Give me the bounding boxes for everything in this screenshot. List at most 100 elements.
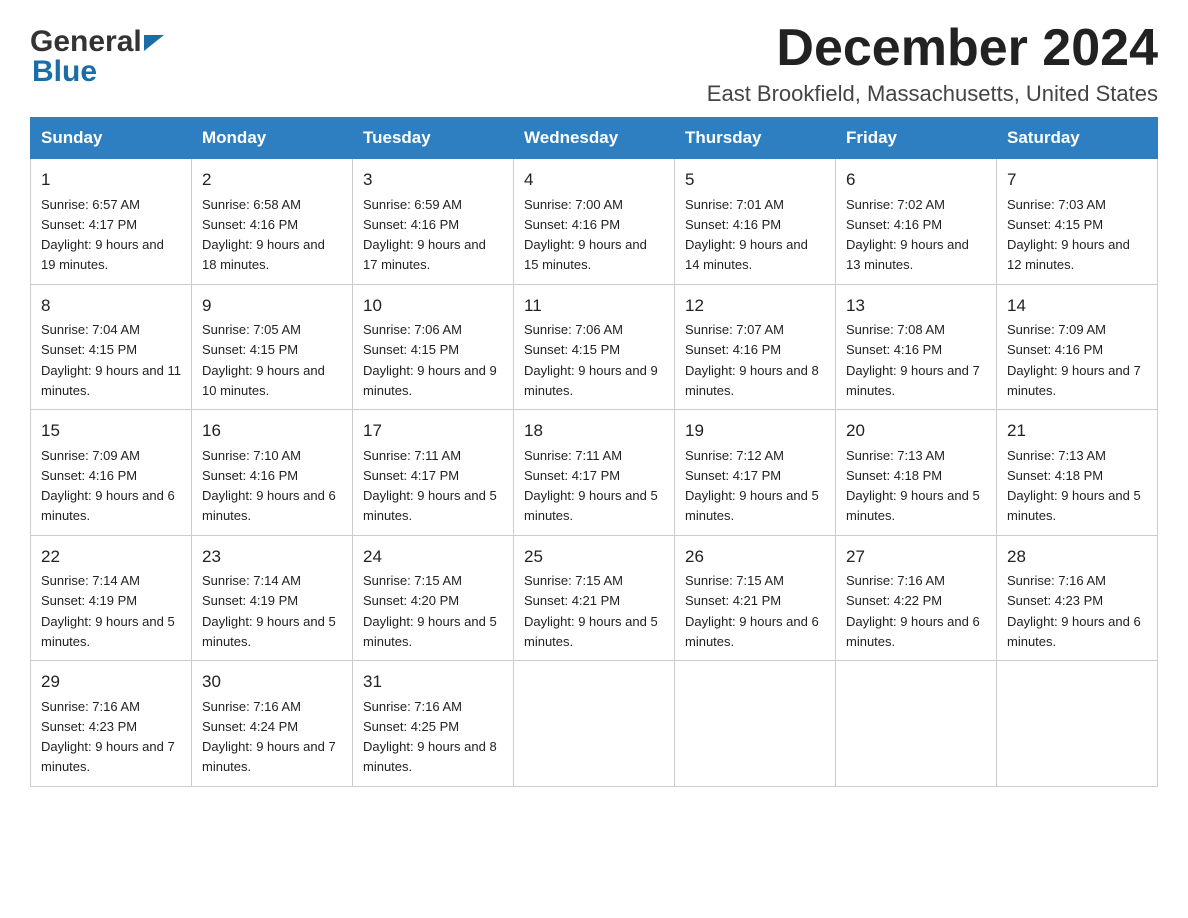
- calendar-cell: 6 Sunrise: 7:02 AMSunset: 4:16 PMDaylight…: [836, 159, 997, 285]
- day-info: Sunrise: 7:15 AMSunset: 4:21 PMDaylight:…: [685, 573, 819, 649]
- calendar-cell: 5 Sunrise: 7:01 AMSunset: 4:16 PMDaylight…: [675, 159, 836, 285]
- day-header-saturday: Saturday: [997, 118, 1158, 159]
- day-info: Sunrise: 7:10 AMSunset: 4:16 PMDaylight:…: [202, 448, 336, 524]
- day-info: Sunrise: 7:03 AMSunset: 4:15 PMDaylight:…: [1007, 197, 1130, 273]
- calendar-cell: 8 Sunrise: 7:04 AMSunset: 4:15 PMDaylight…: [31, 284, 192, 410]
- day-info: Sunrise: 7:01 AMSunset: 4:16 PMDaylight:…: [685, 197, 808, 273]
- day-number: 17: [363, 418, 503, 444]
- logo: General Blue: [30, 20, 164, 89]
- day-info: Sunrise: 7:13 AMSunset: 4:18 PMDaylight:…: [846, 448, 980, 524]
- day-info: Sunrise: 7:07 AMSunset: 4:16 PMDaylight:…: [685, 322, 819, 398]
- calendar-cell: 22 Sunrise: 7:14 AMSunset: 4:19 PMDayligh…: [31, 535, 192, 661]
- day-header-friday: Friday: [836, 118, 997, 159]
- day-info: Sunrise: 7:06 AMSunset: 4:15 PMDaylight:…: [363, 322, 497, 398]
- day-number: 5: [685, 167, 825, 193]
- day-number: 9: [202, 293, 342, 319]
- calendar-cell: 20 Sunrise: 7:13 AMSunset: 4:18 PMDayligh…: [836, 410, 997, 536]
- calendar-header-row: SundayMondayTuesdayWednesdayThursdayFrid…: [31, 118, 1158, 159]
- calendar-week-row: 29 Sunrise: 7:16 AMSunset: 4:23 PMDayligh…: [31, 661, 1158, 787]
- day-info: Sunrise: 6:57 AMSunset: 4:17 PMDaylight:…: [41, 197, 164, 273]
- month-title: December 2024: [707, 20, 1158, 77]
- day-info: Sunrise: 7:14 AMSunset: 4:19 PMDaylight:…: [41, 573, 175, 649]
- day-number: 16: [202, 418, 342, 444]
- calendar-week-row: 1 Sunrise: 6:57 AMSunset: 4:17 PMDaylight…: [31, 159, 1158, 285]
- day-info: Sunrise: 7:05 AMSunset: 4:15 PMDaylight:…: [202, 322, 325, 398]
- calendar-cell: 13 Sunrise: 7:08 AMSunset: 4:16 PMDayligh…: [836, 284, 997, 410]
- day-number: 8: [41, 293, 181, 319]
- day-info: Sunrise: 7:06 AMSunset: 4:15 PMDaylight:…: [524, 322, 658, 398]
- calendar-cell: 4 Sunrise: 7:00 AMSunset: 4:16 PMDaylight…: [514, 159, 675, 285]
- calendar-cell: 7 Sunrise: 7:03 AMSunset: 4:15 PMDaylight…: [997, 159, 1158, 285]
- calendar-cell: 21Sunrise: 7:13 AMSunset: 4:18 PMDayligh…: [997, 410, 1158, 536]
- day-info: Sunrise: 7:00 AMSunset: 4:16 PMDaylight:…: [524, 197, 647, 273]
- day-header-wednesday: Wednesday: [514, 118, 675, 159]
- calendar-cell: 12 Sunrise: 7:07 AMSunset: 4:16 PMDayligh…: [675, 284, 836, 410]
- location-title: East Brookfield, Massachusetts, United S…: [707, 81, 1158, 107]
- day-number: 13: [846, 293, 986, 319]
- day-info: Sunrise: 7:15 AMSunset: 4:21 PMDaylight:…: [524, 573, 658, 649]
- day-header-monday: Monday: [192, 118, 353, 159]
- calendar-cell: 18 Sunrise: 7:11 AMSunset: 4:17 PMDayligh…: [514, 410, 675, 536]
- day-info: Sunrise: 7:08 AMSunset: 4:16 PMDaylight:…: [846, 322, 980, 398]
- day-number: 6: [846, 167, 986, 193]
- day-info: Sunrise: 7:11 AMSunset: 4:17 PMDaylight:…: [363, 448, 497, 524]
- calendar-cell: 9 Sunrise: 7:05 AMSunset: 4:15 PMDaylight…: [192, 284, 353, 410]
- day-number: 12: [685, 293, 825, 319]
- logo-general-text: General: [30, 25, 142, 59]
- day-info: Sunrise: 7:16 AMSunset: 4:22 PMDaylight:…: [846, 573, 980, 649]
- day-number: 31: [363, 669, 503, 695]
- calendar-cell: 14 Sunrise: 7:09 AMSunset: 4:16 PMDayligh…: [997, 284, 1158, 410]
- day-number: 19: [685, 418, 825, 444]
- day-info: Sunrise: 7:11 AMSunset: 4:17 PMDaylight:…: [524, 448, 658, 524]
- calendar-table: SundayMondayTuesdayWednesdayThursdayFrid…: [30, 117, 1158, 787]
- day-number: 1: [41, 167, 181, 193]
- day-header-thursday: Thursday: [675, 118, 836, 159]
- calendar-cell: 24Sunrise: 7:15 AMSunset: 4:20 PMDayligh…: [353, 535, 514, 661]
- day-info: Sunrise: 7:04 AMSunset: 4:15 PMDaylight:…: [41, 322, 181, 398]
- calendar-cell: 30 Sunrise: 7:16 AMSunset: 4:24 PMDayligh…: [192, 661, 353, 787]
- day-info: Sunrise: 6:58 AMSunset: 4:16 PMDaylight:…: [202, 197, 325, 273]
- day-number: 14: [1007, 293, 1147, 319]
- day-number: 27: [846, 544, 986, 570]
- calendar-week-row: 15Sunrise: 7:09 AMSunset: 4:16 PMDayligh…: [31, 410, 1158, 536]
- day-info: Sunrise: 7:16 AMSunset: 4:23 PMDaylight:…: [1007, 573, 1141, 649]
- day-info: Sunrise: 7:09 AMSunset: 4:16 PMDaylight:…: [41, 448, 175, 524]
- calendar-cell: [514, 661, 675, 787]
- calendar-cell: [997, 661, 1158, 787]
- day-number: 23: [202, 544, 342, 570]
- calendar-cell: 31Sunrise: 7:16 AMSunset: 4:25 PMDayligh…: [353, 661, 514, 787]
- day-info: Sunrise: 7:13 AMSunset: 4:18 PMDaylight:…: [1007, 448, 1141, 524]
- calendar-cell: 19 Sunrise: 7:12 AMSunset: 4:17 PMDayligh…: [675, 410, 836, 536]
- day-number: 4: [524, 167, 664, 193]
- day-number: 30: [202, 669, 342, 695]
- calendar-cell: [836, 661, 997, 787]
- calendar-cell: [675, 661, 836, 787]
- day-number: 20: [846, 418, 986, 444]
- day-number: 7: [1007, 167, 1147, 193]
- day-number: 29: [41, 669, 181, 695]
- calendar-cell: 27 Sunrise: 7:16 AMSunset: 4:22 PMDayligh…: [836, 535, 997, 661]
- calendar-cell: 26 Sunrise: 7:15 AMSunset: 4:21 PMDayligh…: [675, 535, 836, 661]
- calendar-cell: 25 Sunrise: 7:15 AMSunset: 4:21 PMDayligh…: [514, 535, 675, 661]
- day-info: Sunrise: 7:16 AMSunset: 4:24 PMDaylight:…: [202, 699, 336, 775]
- day-number: 26: [685, 544, 825, 570]
- calendar-cell: 1 Sunrise: 6:57 AMSunset: 4:17 PMDaylight…: [31, 159, 192, 285]
- day-info: Sunrise: 7:09 AMSunset: 4:16 PMDaylight:…: [1007, 322, 1141, 398]
- day-header-sunday: Sunday: [31, 118, 192, 159]
- calendar-cell: 17 Sunrise: 7:11 AMSunset: 4:17 PMDayligh…: [353, 410, 514, 536]
- calendar-cell: 11Sunrise: 7:06 AMSunset: 4:15 PMDayligh…: [514, 284, 675, 410]
- day-number: 25: [524, 544, 664, 570]
- day-number: 2: [202, 167, 342, 193]
- day-info: Sunrise: 7:02 AMSunset: 4:16 PMDaylight:…: [846, 197, 969, 273]
- day-info: Sunrise: 7:16 AMSunset: 4:23 PMDaylight:…: [41, 699, 175, 775]
- calendar-cell: 3Sunrise: 6:59 AMSunset: 4:16 PMDaylight…: [353, 159, 514, 285]
- day-info: Sunrise: 6:59 AMSunset: 4:16 PMDaylight:…: [363, 197, 486, 273]
- calendar-cell: 28 Sunrise: 7:16 AMSunset: 4:23 PMDayligh…: [997, 535, 1158, 661]
- day-number: 22: [41, 544, 181, 570]
- day-number: 28: [1007, 544, 1147, 570]
- calendar-cell: 16 Sunrise: 7:10 AMSunset: 4:16 PMDayligh…: [192, 410, 353, 536]
- day-info: Sunrise: 7:12 AMSunset: 4:17 PMDaylight:…: [685, 448, 819, 524]
- day-number: 18: [524, 418, 664, 444]
- header: General Blue December 2024 East Brookfie…: [30, 20, 1158, 107]
- calendar-cell: 2 Sunrise: 6:58 AMSunset: 4:16 PMDaylight…: [192, 159, 353, 285]
